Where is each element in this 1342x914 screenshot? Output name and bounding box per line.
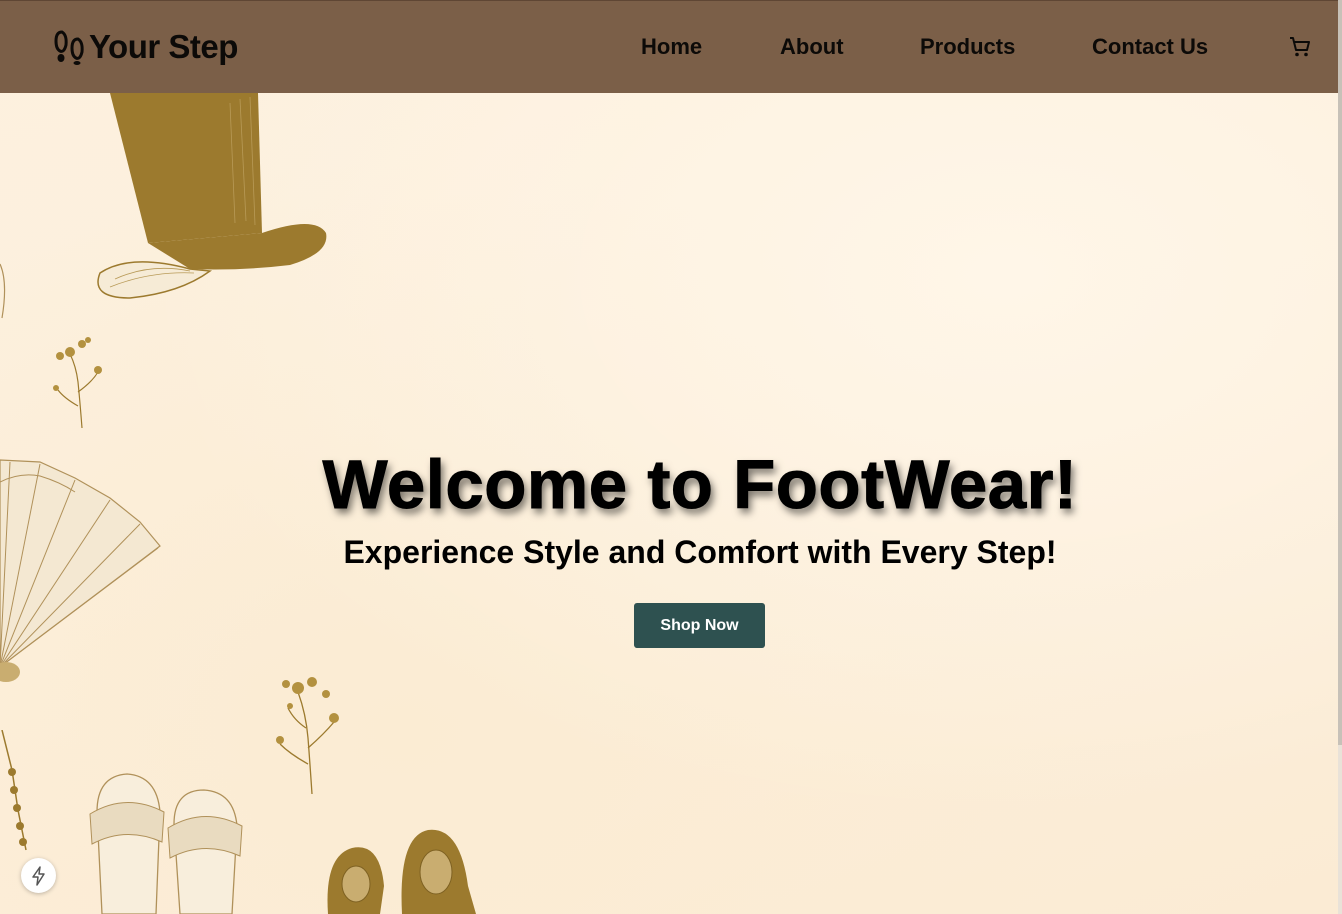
nav-products-link[interactable]: Products <box>920 34 1015 60</box>
loafers-illustration <box>327 829 476 914</box>
shopping-cart-icon[interactable] <box>1288 35 1312 59</box>
shop-now-button[interactable]: Shop Now <box>634 603 765 648</box>
edge-sketch-illustration <box>0 263 6 319</box>
chain-illustration <box>1 730 27 851</box>
sandals-illustration <box>89 773 243 914</box>
flower-sprig-illustration-2 <box>276 677 339 795</box>
nav-contact-link[interactable]: Contact Us <box>1092 34 1208 60</box>
top-navbar: Your Step Home About Products Contact Us <box>0 0 1338 93</box>
page: Your Step Home About Products Contact Us… <box>0 0 1342 914</box>
floating-action-button[interactable] <box>21 858 56 893</box>
hero-title: Welcome to FootWear! <box>322 446 1078 524</box>
scrollbar-thumb[interactable] <box>1338 0 1342 745</box>
top-hat-illustration <box>97 93 327 299</box>
main-nav: Home About Products Contact Us <box>0 1 1338 94</box>
flower-sprig-illustration <box>53 337 102 429</box>
nav-about-link[interactable]: About <box>780 34 844 60</box>
hero-subtitle: Experience Style and Comfort with Every … <box>343 534 1057 570</box>
lightning-bolt-icon <box>31 865 45 886</box>
hero-section: Welcome to FootWear! Experience Style an… <box>0 440 1342 572</box>
nav-home-link[interactable]: Home <box>641 34 702 60</box>
